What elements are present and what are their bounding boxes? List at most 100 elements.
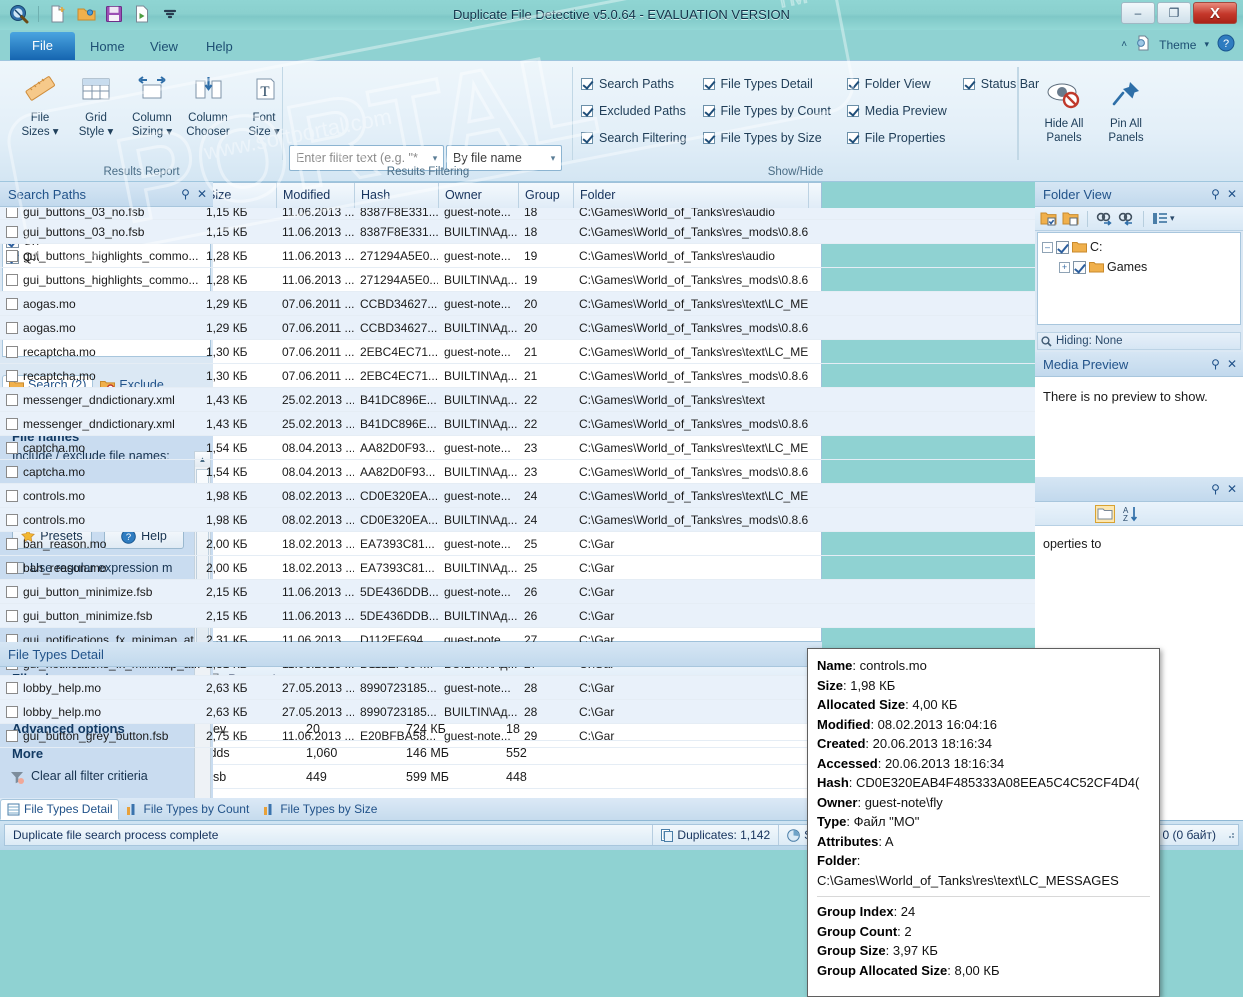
checkbox-media-preview[interactable]: Media Preview: [847, 104, 947, 118]
row-checkbox[interactable]: [6, 370, 18, 382]
expand-expander-icon[interactable]: +: [1059, 262, 1070, 273]
row-checkbox[interactable]: [6, 466, 18, 478]
cell-hash: EA7393C81...: [354, 537, 438, 551]
theme-icon[interactable]: [1135, 35, 1151, 54]
row-checkbox[interactable]: [6, 538, 18, 550]
close-icon[interactable]: ✕: [1227, 477, 1237, 502]
tab-file-types-by-size[interactable]: File Types by Size: [256, 799, 384, 820]
chevron-down-icon[interactable]: ▾: [427, 153, 443, 164]
cell-size: 1,54 КБ: [200, 441, 276, 455]
file-name-text: gui_button_minimize.fsb: [23, 585, 152, 599]
row-checkbox[interactable]: [6, 610, 18, 622]
cell-modified: 08.04.2013 ...: [276, 465, 354, 479]
tree-node-games[interactable]: + Games: [1042, 257, 1240, 277]
ribbon-group-panels: Hide All Panels Pin All Panels: [1018, 61, 1243, 182]
help-icon[interactable]: ?: [1217, 34, 1235, 55]
column-chooser-button[interactable]: Column Chooser: [180, 67, 236, 139]
collapse-expander-icon[interactable]: –: [1042, 242, 1053, 253]
hide-all-panels-button[interactable]: Hide All Panels: [1036, 73, 1092, 145]
tooltip-value: : 3,97 КБ: [886, 943, 938, 958]
tooltip-label: Group Index: [817, 904, 894, 919]
row-checkbox[interactable]: [6, 298, 18, 310]
checkbox-icon[interactable]: [1056, 241, 1069, 254]
checkbox-search-paths[interactable]: Search Paths: [581, 77, 687, 91]
pin-icon[interactable]: ⚲: [1211, 182, 1220, 207]
checkbox-file-properties[interactable]: File Properties: [847, 131, 947, 145]
pin-icon[interactable]: ⚲: [181, 182, 190, 207]
row-checkbox[interactable]: [6, 208, 18, 218]
minimize-button[interactable]: –: [1121, 2, 1155, 24]
row-checkbox[interactable]: [6, 730, 18, 742]
uncheck-all-folders-icon[interactable]: [1062, 211, 1079, 226]
checkbox-file-types-by-size[interactable]: File Types by Size: [703, 131, 831, 145]
row-checkbox[interactable]: [6, 682, 18, 694]
column-header-owner[interactable]: Owner: [439, 183, 519, 208]
tab-help[interactable]: Help: [192, 34, 247, 60]
close-icon[interactable]: ✕: [197, 182, 207, 207]
cell-name: captcha.mo: [0, 465, 200, 479]
column-header-folder[interactable]: Folder: [574, 183, 809, 208]
cell-modified: 11.06.2013 ...: [276, 249, 354, 263]
sort-az-icon[interactable]: AZ: [1121, 505, 1139, 523]
check-all-folders-icon[interactable]: [1040, 211, 1057, 226]
tab-file-types-by-count[interactable]: File Types by Count: [119, 799, 256, 820]
cell-modified: 11.06.2013 ...: [276, 609, 354, 623]
row-checkbox[interactable]: [6, 322, 18, 334]
close-icon[interactable]: ✕: [1227, 352, 1237, 377]
pin-all-panels-button[interactable]: Pin All Panels: [1098, 73, 1154, 145]
row-checkbox[interactable]: [6, 346, 18, 358]
tree-node-c-drive[interactable]: – C:: [1042, 237, 1240, 257]
checkbox-folder-view[interactable]: Folder View: [847, 77, 947, 91]
row-checkbox[interactable]: [6, 274, 18, 286]
checkbox-file-types-by-count[interactable]: File Types by Count: [703, 104, 831, 118]
pin-icon[interactable]: ⚲: [1211, 477, 1220, 502]
cell-modified: 25.02.2013 ...: [276, 417, 354, 431]
chevron-down-icon[interactable]: ▾: [1170, 213, 1175, 224]
checkbox-file-types-detail[interactable]: File Types Detail: [703, 77, 831, 91]
tab-file[interactable]: File: [10, 32, 75, 60]
grid-style-button[interactable]: Grid Style ▾: [68, 67, 124, 139]
checkbox-excluded-paths[interactable]: Excluded Paths: [581, 104, 687, 118]
maximize-button[interactable]: ❐: [1157, 2, 1191, 24]
row-checkbox[interactable]: [6, 394, 18, 406]
row-checkbox[interactable]: [6, 706, 18, 718]
tooltip-divider: [817, 896, 1150, 897]
find-previous-icon[interactable]: [1118, 211, 1135, 226]
column-header-modified[interactable]: Modified: [277, 183, 355, 208]
resize-grip-icon[interactable]: [1224, 828, 1238, 843]
close-button[interactable]: X: [1193, 2, 1237, 24]
tab-view[interactable]: View: [136, 34, 192, 60]
find-next-icon[interactable]: [1096, 211, 1113, 226]
checkbox-search-filtering[interactable]: Search Filtering: [581, 131, 687, 145]
cell-name: lobby_help.mo: [0, 681, 200, 695]
open-containing-folder-icon[interactable]: [1095, 505, 1115, 523]
row-checkbox[interactable]: [6, 226, 18, 238]
tab-home[interactable]: Home: [76, 34, 139, 60]
pin-icon[interactable]: ⚲: [1211, 352, 1220, 377]
row-checkbox[interactable]: [6, 562, 18, 574]
cell-hash: EA7393C81...: [354, 561, 438, 575]
column-header-hash[interactable]: Hash: [355, 183, 439, 208]
file-sizes-button[interactable]: File Sizes ▾: [12, 67, 68, 139]
row-checkbox[interactable]: [6, 490, 18, 502]
row-checkbox[interactable]: [6, 250, 18, 262]
cell-group: 20: [518, 321, 573, 335]
checkbox-icon[interactable]: [1073, 261, 1086, 274]
row-checkbox[interactable]: [6, 514, 18, 526]
theme-label[interactable]: Theme: [1159, 38, 1196, 52]
row-checkbox[interactable]: [6, 586, 18, 598]
row-checkbox[interactable]: [6, 418, 18, 430]
column-sizing-button[interactable]: Column Sizing ▾: [124, 67, 180, 139]
folder-tree[interactable]: – C: + Games: [1037, 232, 1241, 325]
tab-file-types-detail[interactable]: File Types Detail: [0, 799, 119, 820]
chevron-down-icon[interactable]: ▾: [545, 153, 561, 164]
collapse-ribbon-icon[interactable]: ˄: [1121, 39, 1127, 50]
cell-owner: guest-note...: [438, 681, 518, 695]
tree-options-button[interactable]: ▾: [1152, 211, 1175, 226]
row-checkbox[interactable]: [6, 442, 18, 454]
chevron-down-icon[interactable]: ▾: [1204, 39, 1209, 50]
column-header-group[interactable]: Group: [519, 183, 574, 208]
close-icon[interactable]: ✕: [1227, 182, 1237, 207]
tooltip-group-row: Group Index: 24: [817, 902, 1150, 922]
tooltip-label: Modified: [817, 717, 870, 732]
